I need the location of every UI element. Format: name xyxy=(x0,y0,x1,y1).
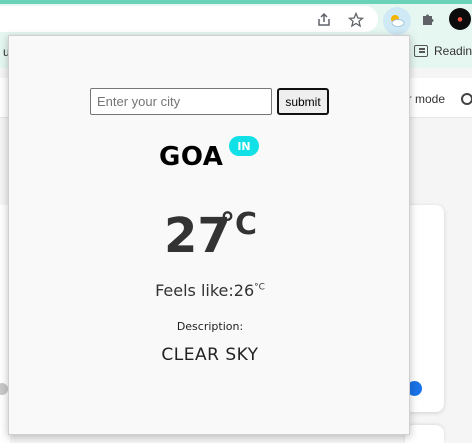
country-badge: IN xyxy=(229,136,259,156)
share-icon-glyph xyxy=(318,12,330,26)
profile-avatar[interactable]: ● xyxy=(449,8,471,30)
share-icon[interactable] xyxy=(314,10,334,30)
weather-extension-icon[interactable] xyxy=(383,7,411,35)
puzzle-icon xyxy=(423,14,434,25)
feels-like: Feels like:26°C xyxy=(9,281,411,300)
submit-button[interactable]: submit xyxy=(277,88,329,115)
temperature-unit: °C xyxy=(220,207,258,242)
city-name: GOA xyxy=(159,142,224,172)
reading-list-button[interactable]: Readin xyxy=(414,44,472,58)
page-card-bottom xyxy=(405,425,444,443)
weather-cloud-sun-icon xyxy=(391,15,405,27)
feels-like-unit: °C xyxy=(254,282,265,293)
star-icon xyxy=(348,12,364,28)
profile-avatar-glyph: ● xyxy=(457,15,463,23)
reading-list-label: Readin xyxy=(434,44,472,58)
bookmark-star-icon[interactable] xyxy=(346,10,366,30)
feels-like-label: Feels like: xyxy=(155,281,234,300)
mode-toggle-icon[interactable] xyxy=(461,93,472,105)
feels-like-value: 26 xyxy=(233,281,255,300)
description-label: Description: xyxy=(176,320,244,333)
weather-popup: submit GOA IN 27 °C Feels like:26°C Desc… xyxy=(8,35,410,435)
description-value: CLEAR SKY xyxy=(161,345,259,365)
city-search-input[interactable] xyxy=(90,88,272,115)
reading-list-icon xyxy=(414,45,428,57)
extensions-puzzle-icon[interactable] xyxy=(418,10,438,30)
